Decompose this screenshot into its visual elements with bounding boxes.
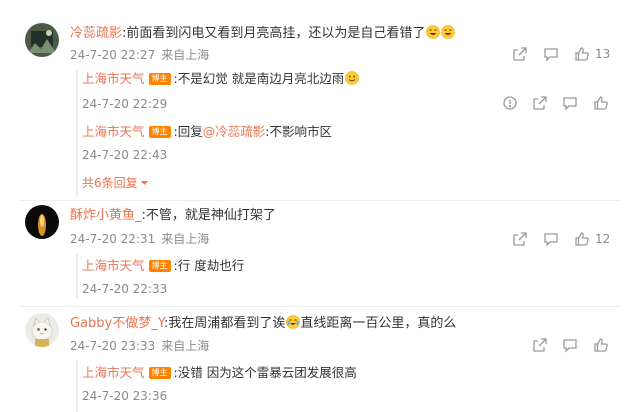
share-icon[interactable]	[532, 337, 548, 353]
username[interactable]: 冷蕊疏影	[70, 26, 122, 41]
comment-text: 冷蕊疏影:前面看到闪电又看到月亮高挂，还以为是自己看错了	[70, 25, 456, 43]
grin-emoji-icon	[426, 25, 441, 39]
blogger-badge: 博主	[148, 73, 171, 85]
timestamp: 24-7-20 22:27	[70, 48, 156, 62]
blogger-badge: 博主	[148, 260, 171, 272]
comment-meta: 24-7-20 22:27 来自上海	[70, 47, 209, 63]
laugh-cry-emoji-icon	[286, 315, 301, 329]
comment-text: Gabby不做梦_Y:我在周浦都看到了诶 直线距离一百公里，真的么	[70, 315, 457, 331]
location: 来自上海	[161, 339, 210, 353]
share-icon[interactable]	[532, 95, 548, 111]
location: 来自上海	[161, 48, 210, 62]
divider	[20, 306, 620, 307]
thread-line	[76, 70, 78, 196]
like-count: 12	[595, 232, 611, 246]
more-replies-link[interactable]: 共6条回复	[82, 175, 149, 191]
reply-meta: 24-7-20 23:36	[82, 388, 167, 404]
grin-emoji-icon	[441, 25, 456, 39]
thread-line	[76, 360, 78, 412]
timestamp: 24-7-20 22:43	[82, 148, 168, 162]
like-icon[interactable]	[593, 337, 609, 353]
comment-icon[interactable]	[562, 95, 578, 111]
reply-meta: 24-7-20 22:33	[82, 281, 167, 297]
username[interactable]: 酥炸小黄鱼_	[70, 208, 142, 223]
reply-username[interactable]: 上海市天气	[82, 71, 145, 86]
reply-username[interactable]: 上海市天气	[82, 258, 145, 273]
comment-meta: 24-7-20 22:31 来自上海	[70, 231, 209, 247]
reply-meta: 24-7-20 22:43	[82, 147, 167, 163]
blogger-badge: 博主	[148, 126, 171, 138]
avatar[interactable]	[25, 313, 59, 347]
smile-emoji-icon	[345, 71, 360, 85]
comment-icon[interactable]	[543, 46, 559, 62]
comment-meta: 24-7-20 23:33 来自上海	[70, 338, 209, 354]
share-icon[interactable]	[512, 231, 528, 247]
thread-line	[76, 254, 78, 298]
reply-username[interactable]: 上海市天气	[82, 124, 145, 139]
comment-icon[interactable]	[562, 337, 578, 353]
comment-icon[interactable]	[543, 231, 559, 247]
divider	[20, 200, 620, 201]
reply-username[interactable]: 上海市天气	[82, 365, 145, 380]
comment-text: 酥炸小黄鱼_:不管，就是神仙打架了	[70, 208, 276, 223]
like-icon[interactable]	[574, 46, 590, 62]
timestamp: 24-7-20 23:36	[82, 389, 168, 403]
reply-text: 上海市天气 博主:不是幻觉 就是南边月亮北边雨	[82, 70, 360, 88]
reply-meta: 24-7-20 22:29	[82, 96, 167, 112]
like-count: 13	[595, 47, 611, 61]
timestamp: 24-7-20 22:31	[70, 232, 156, 246]
like-icon[interactable]	[574, 231, 590, 247]
reply-text: 上海市天气 博主:没错 因为这个雷暴云团发展很高	[82, 365, 357, 380]
mention-link[interactable]: @冷蕊疏影	[203, 124, 266, 139]
caret-down-icon	[140, 181, 148, 185]
avatar[interactable]	[25, 205, 59, 239]
timestamp: 24-7-20 23:33	[70, 339, 156, 353]
timestamp: 24-7-20 22:29	[82, 97, 168, 111]
reply-text: 上海市天气 博主:回复@冷蕊疏影:不影响市区	[82, 124, 332, 139]
username[interactable]: Gabby不做梦_Y	[70, 316, 164, 331]
report-icon[interactable]	[502, 95, 518, 111]
share-icon[interactable]	[512, 46, 528, 62]
location: 来自上海	[161, 232, 210, 246]
like-icon[interactable]	[593, 95, 609, 111]
avatar[interactable]	[25, 23, 59, 57]
blogger-badge: 博主	[148, 367, 171, 379]
reply-text: 上海市天气 博主:行 度劫也行	[82, 258, 245, 273]
timestamp: 24-7-20 22:33	[82, 282, 168, 296]
comment-list: 冷蕊疏影:前面看到闪电又看到月亮高挂，还以为是自己看错了 24-7-20 22:…	[0, 0, 640, 412]
